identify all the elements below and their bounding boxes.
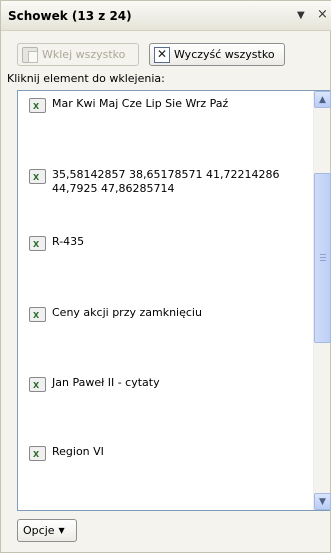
options-button[interactable]: Opcje ▼ bbox=[17, 519, 77, 542]
clipboard-item-text: Ceny akcji przy zamknięciu bbox=[52, 306, 202, 319]
clipboard-item[interactable]: Region VI bbox=[29, 445, 305, 462]
clipboard-item-text: R-435 bbox=[52, 235, 85, 248]
pane-titlebar: Schowek (13 z 24) ▼ × bbox=[1, 1, 331, 31]
scroll-down-icon[interactable]: ▼ bbox=[314, 493, 331, 510]
clipboard-item[interactable]: Mar Kwi Maj Cze Lip Sie Wrz Paź bbox=[29, 97, 305, 114]
excel-clip-icon bbox=[29, 236, 46, 252]
scroll-thumb[interactable] bbox=[314, 173, 331, 343]
clear-all-button[interactable]: Wyczyść wszystko bbox=[149, 43, 285, 66]
clipboard-item-text: Mar Kwi Maj Cze Lip Sie Wrz Paź bbox=[52, 97, 229, 110]
paste-all-label: Wklej wszystko bbox=[42, 48, 126, 61]
grip-icon bbox=[320, 254, 326, 261]
clipboard-item[interactable]: Jan Paweł II - cytaty bbox=[29, 376, 305, 393]
pane-title: Schowek (13 z 24) bbox=[8, 9, 132, 23]
excel-clip-icon bbox=[29, 446, 46, 462]
options-label: Opcje bbox=[23, 524, 55, 537]
clipboard-item[interactable]: R-435 bbox=[29, 235, 305, 252]
clipboard-item-text: 35,58142857 38,65178571 41,72214286 44,7… bbox=[52, 168, 280, 195]
scroll-up-icon[interactable]: ▲ bbox=[314, 91, 331, 108]
pane-menu-icon[interactable]: ▼ bbox=[297, 10, 305, 21]
clear-all-label: Wyczyść wszystko bbox=[174, 48, 275, 61]
paste-all-button[interactable]: Wklej wszystko bbox=[17, 43, 139, 66]
clipboard-item[interactable]: Ceny akcji przy zamknięciu bbox=[29, 306, 305, 323]
clipboard-item-text: Region VI bbox=[52, 445, 104, 458]
clipboard-pane: Schowek (13 z 24) ▼ × Wklej wszystko Wyc… bbox=[0, 0, 331, 553]
clipboard-item[interactable]: 35,58142857 38,65178571 41,72214286 44,7… bbox=[29, 168, 305, 196]
vertical-scrollbar[interactable]: ▲ ▼ bbox=[313, 91, 331, 510]
excel-clip-icon bbox=[29, 98, 46, 114]
excel-clip-icon bbox=[29, 377, 46, 393]
close-icon[interactable]: × bbox=[317, 7, 328, 22]
clear-clipboard-icon bbox=[154, 46, 170, 63]
excel-clip-icon bbox=[29, 307, 46, 323]
chevron-down-icon: ▼ bbox=[58, 526, 65, 535]
clipboard-item-list: Mar Kwi Maj Cze Lip Sie Wrz Paź 35,58142… bbox=[17, 90, 331, 511]
instruction-text: Kliknij element do wklejenia: bbox=[7, 72, 165, 85]
excel-clip-icon bbox=[29, 169, 46, 185]
paste-icon bbox=[22, 46, 38, 63]
clipboard-item-text: Jan Paweł II - cytaty bbox=[52, 376, 160, 389]
